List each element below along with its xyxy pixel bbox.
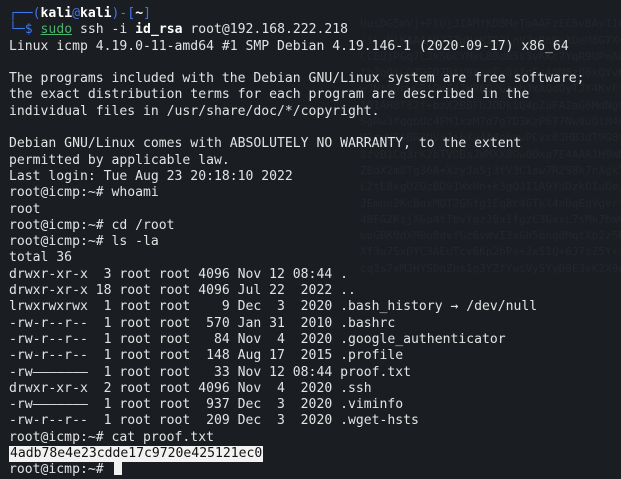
output-line-13: total 36 <box>9 250 73 266</box>
prompt-path: ~ <box>135 6 144 21</box>
output-line-12: root@icmp:~# ls -la <box>9 234 159 250</box>
final-prompt-line: root@icmp:~# <box>9 462 621 478</box>
proof-line: 4adb78e4e23cdde17c9720e425121ec0 <box>9 446 621 463</box>
output-line-7: permitted by applicable law. <box>9 152 230 168</box>
terminal-output: ┌──(kali@kali)-[~] └─$ sudo ssh -i id_rs… <box>9 6 621 479</box>
output-line-15: drwxr-xr-x 18 root root 4096 Jul 22 2022… <box>9 283 356 299</box>
prompt-suffix: ] <box>143 6 151 21</box>
output-line-21: drwxr-xr-x 2 root root 4096 Nov 4 2020 .… <box>9 380 372 396</box>
ssh-target: root@192.168.222.218 <box>182 22 349 38</box>
terminal-window[interactable]: UusDG5mVj+FlUjJIAMfKD8MeTmAAFzEC5vBAvT1Q… <box>0 0 621 477</box>
sudo-command: sudo <box>40 22 73 38</box>
output-line-3: the exact distribution terms for each pr… <box>9 87 530 103</box>
prompt-dollar: └─$ <box>9 22 41 38</box>
ssh-key: id_rsa <box>135 22 183 38</box>
output-line-4: individual files in /usr/share/doc/*/cop… <box>9 103 380 119</box>
prompt-user: kali <box>40 6 73 21</box>
output-line-23: -rw-r--r-- 1 root root 209 Dec 3 2020 .w… <box>9 413 419 429</box>
output-line-19: -rw-r--r-- 1 root root 148 Aug 17 2015 .… <box>9 348 404 364</box>
output-line-14: drwxr-xr-x 3 root root 4096 Nov 12 08:44… <box>9 266 348 282</box>
output-line-6: Debian GNU/Linux comes with ABSOLUTELY N… <box>9 136 522 152</box>
output-line-17: -rw-r--r-- 1 root root 570 Jan 31 2010 .… <box>9 315 396 331</box>
cursor <box>113 462 122 476</box>
output-line-0: Linux icmp 4.19.0-11-amd64 #1 SMP Debian… <box>9 38 569 54</box>
proof-hash: 4adb78e4e23cdde17c9720e425121ec0 <box>9 446 264 463</box>
output-line-8: Last login: Tue Aug 23 20:18:10 2022 <box>9 168 293 184</box>
prompt-between: )-[ <box>111 6 136 21</box>
prompt-host: kali <box>79 6 112 21</box>
output-line-18: -rw-r--r-- 1 root root 84 Nov 4 2020 .go… <box>9 331 506 347</box>
final-prompt: root@icmp:~# <box>9 462 104 478</box>
output-line-2: The programs included with the Debian GN… <box>9 71 585 87</box>
prompt-line-2: └─$ sudo ssh -i id_rsa root@192.168.222.… <box>9 22 621 38</box>
output-line-16: lrwxrwxrwx 1 root root 9 Dec 3 2020 .bas… <box>9 299 538 315</box>
output-line-1 <box>9 55 621 71</box>
prompt-line-1: ┌──(kali@kali)-[~] <box>9 6 621 22</box>
output-line-11: root@icmp:~# cd /root <box>9 217 175 233</box>
output-line-10: root <box>9 201 41 217</box>
output-line-5 <box>9 120 621 136</box>
output-line-20: -rw——————— 1 root root 33 Nov 12 08:44 p… <box>9 364 412 380</box>
output-line-22: -rw——————— 1 root root 937 Dec 3 2020 .v… <box>9 397 404 413</box>
prompt-at: @ <box>72 6 80 21</box>
prompt-prefix: ┌──( <box>9 6 41 21</box>
ssh-command: ssh -i <box>72 22 136 38</box>
output-line-24: root@icmp:~# cat proof.txt <box>9 429 214 445</box>
output-line-9: root@icmp:~# whoami <box>9 185 159 201</box>
